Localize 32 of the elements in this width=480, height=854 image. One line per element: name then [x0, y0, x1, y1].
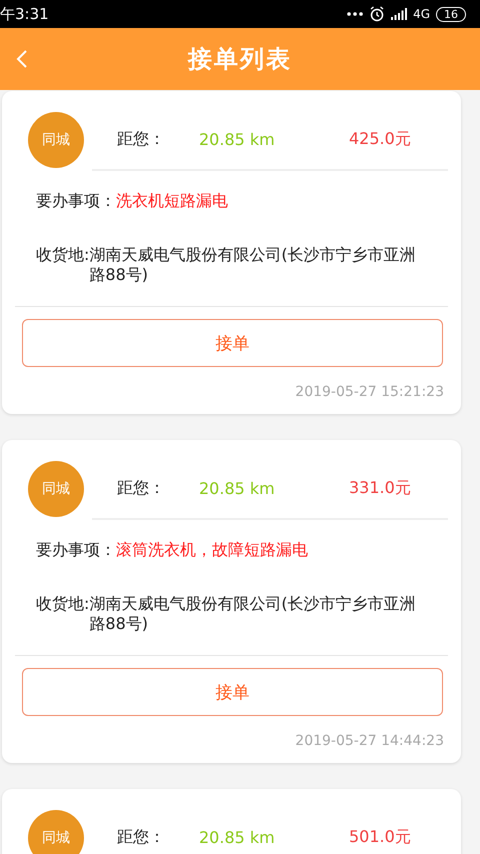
- city-tag: 同城: [28, 112, 84, 168]
- distance-value: 20.85 km: [199, 130, 276, 148]
- price: 501.0元: [349, 826, 411, 848]
- accept-order-button[interactable]: 接单: [22, 668, 443, 716]
- more-dots-icon: [347, 12, 364, 16]
- alarm-clock-icon: [369, 6, 386, 22]
- accept-order-button[interactable]: 接单: [22, 319, 443, 367]
- price: 425.0元: [349, 128, 411, 150]
- address-label: 收货地:: [36, 245, 90, 266]
- task-text: 洗衣机短路漏电: [116, 191, 228, 210]
- distance-label: 距您：: [116, 478, 166, 498]
- distance-label: 距您：: [116, 826, 166, 848]
- distance-value: 20.85 km: [199, 478, 276, 498]
- task-label: 要办事项：: [36, 191, 116, 210]
- city-tag: 同城: [28, 810, 84, 854]
- signal-icon: [391, 8, 408, 20]
- distance-label: 距您：: [116, 128, 166, 150]
- distance-value: 20.85 km: [199, 828, 276, 846]
- back-icon[interactable]: [16, 49, 28, 69]
- order-time: 2019-05-27 14:44:23: [294, 732, 445, 751]
- battery-level: 16: [436, 6, 466, 22]
- order-time: 2019-05-27 15:21:23: [294, 383, 445, 402]
- address-text: 湖南天威电气股份有限公司(长沙市宁乡市亚洲路88号): [89, 594, 417, 634]
- network-type: 4G: [413, 7, 430, 21]
- city-tag: 同城: [28, 461, 84, 517]
- task-label: 要办事项：: [36, 540, 116, 559]
- page-title: 接单列表: [188, 44, 292, 75]
- status-time: 午3:31: [0, 4, 49, 24]
- price: 331.0元: [349, 478, 411, 498]
- address-label: 收货地:: [36, 594, 90, 615]
- task-text: 滚筒洗衣机，故障短路漏电: [116, 540, 308, 559]
- address-text: 湖南天威电气股份有限公司(长沙市宁乡市亚洲路88号): [89, 245, 417, 285]
